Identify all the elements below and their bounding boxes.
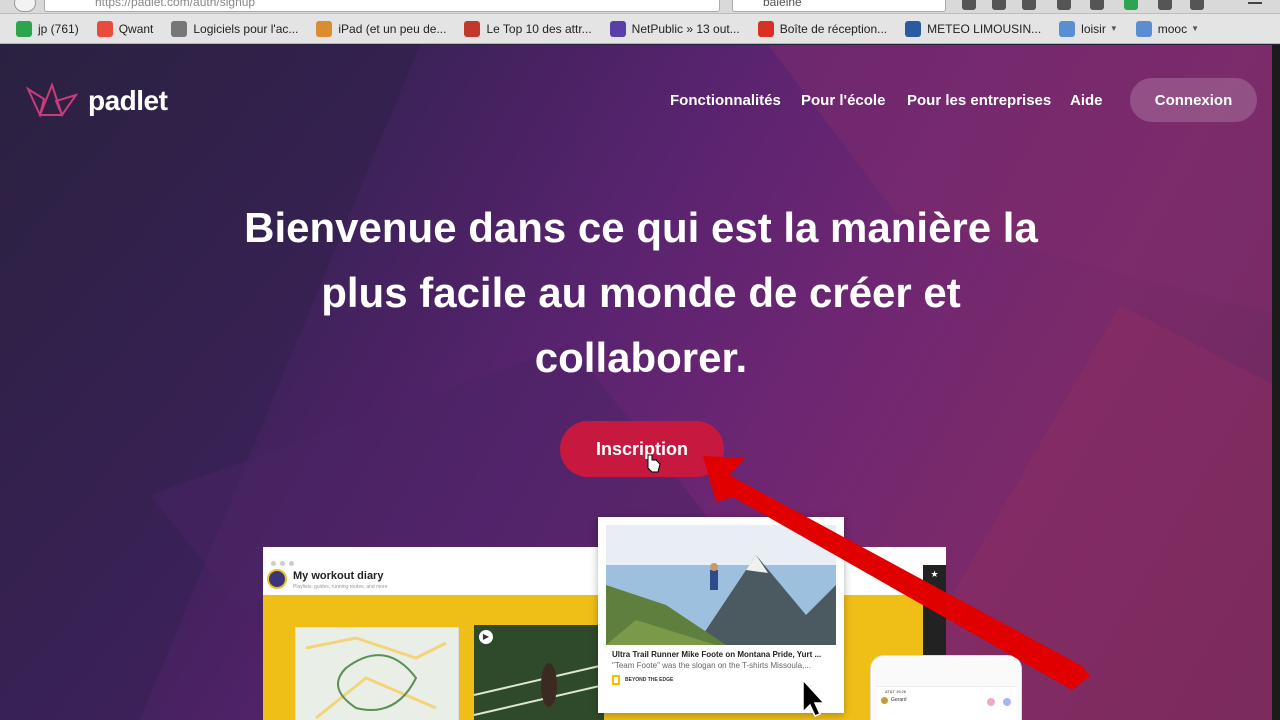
board-avatar (267, 569, 287, 589)
bookmark-item[interactable]: NetPublic » 13 out... (609, 20, 740, 37)
headline-line: plus facile au monde de créer et (321, 269, 961, 316)
nav-aide[interactable]: Aide (1070, 92, 1103, 109)
bookmark-item[interactable]: METEO LIMOUSIN... (905, 20, 1042, 37)
article-card: Ultra Trail Runner Mike Foote on Montana… (598, 517, 844, 713)
address-bar[interactable]: https://padlet.com/auth/signup (44, 0, 720, 12)
chevron-down-icon: ▼ (1191, 24, 1200, 33)
card-source: BEYOND THE EDGE (612, 675, 673, 685)
headline-line: Bienvenue dans ce qui est la manière la (244, 204, 1038, 251)
bookmark-item[interactable]: Le Top 10 des attr... (464, 20, 592, 37)
hero-headline: Bienvenue dans ce qui est la manière la … (200, 195, 1082, 390)
bookmark-label: loisir (1081, 21, 1106, 36)
search-field[interactable]: baleine (732, 0, 946, 12)
back-button[interactable] (14, 0, 36, 12)
board-title: My workout diary (293, 570, 384, 582)
bookmarks-bar: jp (761) Qwant Logiciels pour l'ac... iPad … (0, 14, 1280, 44)
bookmark-item[interactable]: Boîte de réception... (757, 20, 888, 37)
bookmark-item[interactable]: jp (761) (16, 20, 79, 37)
nav-fonctionnalites[interactable]: Fonctionnalités (670, 92, 781, 109)
padlet-page: padlet Fonctionnalités Pour l'école Pour… (0, 45, 1280, 720)
star-icon[interactable]: ★ (923, 569, 946, 580)
nav-pour-les-entreprises[interactable]: Pour les entreprises (907, 92, 1051, 109)
gmail-icon (757, 20, 774, 37)
star-icon[interactable] (962, 0, 976, 10)
login-button[interactable]: Connexion (1130, 78, 1257, 122)
pocket-icon[interactable] (1057, 0, 1071, 10)
crane-logo-icon (26, 82, 78, 118)
extension-icon[interactable] (1124, 0, 1138, 10)
bookmark-item[interactable]: Logiciels pour l'ac... (171, 20, 299, 37)
ipad-site-icon (316, 20, 333, 37)
bookmark-item[interactable]: iPad (et un peu de... (316, 20, 447, 37)
globe-icon (171, 20, 188, 37)
play-icon[interactable]: ▶ (479, 630, 493, 644)
phone-screen: AT&T 19:26 Gerard (877, 686, 1017, 720)
heart-icon[interactable] (987, 698, 995, 706)
padlet-logo[interactable]: padlet (26, 81, 168, 121)
share-icon[interactable] (1003, 698, 1011, 706)
nav-pour-lecole[interactable]: Pour l'école (801, 92, 885, 109)
board-subtitle: Playlists, guides, running routes, and m… (293, 584, 388, 590)
menu-icon[interactable] (1248, 0, 1262, 4)
home-icon[interactable] (1090, 0, 1104, 10)
folder-icon (1059, 20, 1076, 37)
download-icon[interactable] (1022, 0, 1036, 10)
browser-toolbar: https://padlet.com/auth/signup baleine (0, 0, 1280, 14)
card-title: Ultra Trail Runner Mike Foote on Montana… (612, 650, 822, 659)
bookmark-label: Qwant (118, 21, 154, 36)
phone-preview: AT&T 19:26 Gerard (870, 655, 1022, 720)
bookmark-label: iPad (et un peu de... (338, 21, 447, 36)
map-route-icon (305, 636, 447, 720)
headline-line: collaborer. (534, 334, 748, 381)
bookmark-item[interactable]: Qwant (96, 20, 154, 37)
netpublic-icon (609, 20, 626, 37)
mountain-photo (606, 525, 836, 645)
map-post (295, 627, 459, 720)
bookmark-label: Boîte de réception... (779, 21, 888, 36)
phone-user: Gerard (891, 697, 907, 703)
bookmark-label: mooc (1157, 21, 1188, 36)
card-source-label: BEYOND THE EDGE (625, 677, 674, 683)
source-icon (612, 675, 620, 685)
chevron-down-icon: ▼ (1109, 24, 1118, 33)
clipboard-icon[interactable] (992, 0, 1006, 10)
top10-site-icon (464, 20, 481, 37)
track-lines-icon (473, 663, 605, 716)
plus-icon (16, 20, 32, 37)
phone-status: AT&T 19:26 (885, 689, 906, 694)
bookmark-label: METEO LIMOUSIN... (927, 21, 1042, 36)
bookmark-label: NetPublic » 13 out... (631, 21, 740, 36)
bookmark-label: Le Top 10 des attr... (486, 21, 592, 36)
video-post: ▶ (473, 625, 605, 720)
qwant-icon (96, 20, 113, 37)
logo-text: padlet (88, 85, 168, 116)
signup-button[interactable]: Inscription (560, 421, 724, 477)
bookmark-item[interactable]: loisir ▼ (1059, 20, 1118, 37)
sidebar-icon[interactable] (1190, 0, 1204, 10)
mountain-photo-image (606, 525, 836, 645)
page-edge (1272, 45, 1280, 720)
bookmark-label: Logiciels pour l'ac... (193, 21, 299, 36)
meteo-icon (905, 20, 922, 37)
avatar (881, 697, 888, 704)
folder-icon (1135, 20, 1152, 37)
bookmark-label: jp (761) (38, 21, 79, 36)
addon-icon[interactable] (1158, 0, 1172, 10)
card-description: "Team Foote" was the slogan on the T-shi… (612, 661, 811, 670)
bookmark-item[interactable]: mooc ▼ (1135, 20, 1200, 37)
